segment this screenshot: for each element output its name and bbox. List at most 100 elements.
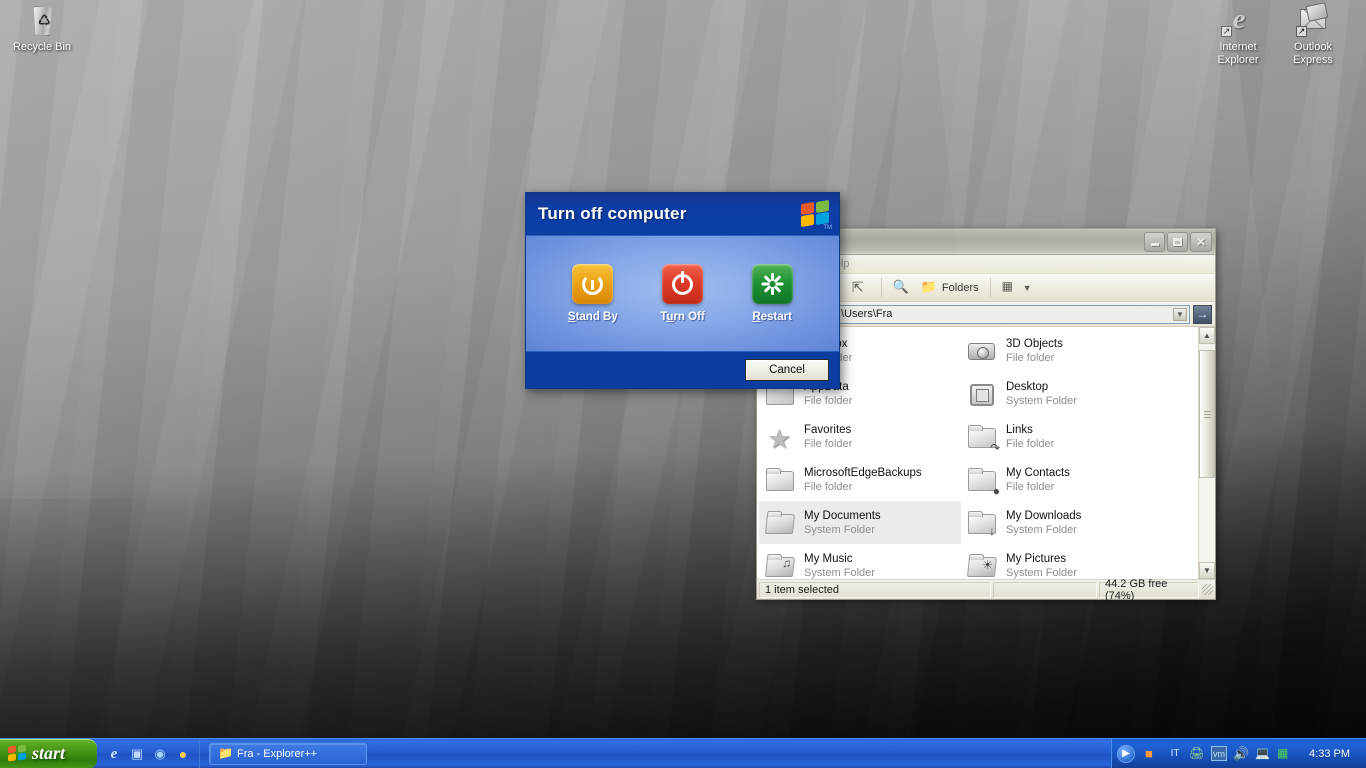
chevron-right-icon[interactable]: ▶ bbox=[1117, 745, 1135, 763]
desktop-icon-label-line2: Explorer bbox=[1200, 54, 1276, 67]
list-item[interactable]: ↓ My Downloads System Folder bbox=[961, 501, 1163, 544]
minimize-icon[interactable] bbox=[1144, 232, 1165, 252]
desktop-icon-recycle-bin[interactable]: ♺ Recycle Bin bbox=[4, 4, 80, 54]
resize-grip-icon[interactable] bbox=[1202, 584, 1213, 595]
item-name: Links bbox=[1006, 423, 1054, 437]
stand-by-button[interactable]: Stand By bbox=[554, 264, 632, 323]
start-label: start bbox=[32, 743, 65, 764]
taskbar-button-label: Fra - Explorer++ bbox=[237, 748, 317, 760]
taskbar[interactable]: start e ▣ ◉ ● 📁 Fra - Explorer++ ▶ ■ IT … bbox=[0, 738, 1366, 768]
outlook-express-icon: ↗ bbox=[1296, 4, 1330, 38]
desktop-icon-outlook-express[interactable]: ↗ Outlook Express bbox=[1275, 4, 1351, 67]
address-input[interactable]: :\Users\Fra ▼ bbox=[833, 305, 1190, 324]
turn-off-label: Turn Off bbox=[643, 311, 721, 323]
toolbar-up-button[interactable]: ⇱ bbox=[848, 277, 874, 298]
toolbar-folders-button[interactable]: 📁 Folders bbox=[917, 277, 983, 298]
dialog-title-bar: Turn off computer TM bbox=[526, 193, 839, 236]
list-item[interactable]: ☀ My Pictures System Folder bbox=[961, 544, 1163, 579]
address-value: :\Users\Fra bbox=[838, 308, 892, 320]
turn-off-button[interactable]: Turn Off bbox=[643, 264, 721, 323]
desktop-icon-label: Recycle Bin bbox=[4, 41, 80, 54]
restart-burst-icon bbox=[752, 264, 793, 304]
item-name: My Pictures bbox=[1006, 552, 1077, 566]
chrome-icon[interactable]: ● bbox=[175, 746, 191, 762]
dialog-title: Turn off computer bbox=[538, 204, 800, 224]
item-type: System Folder bbox=[1006, 566, 1077, 580]
desktop-icon-internet-explorer[interactable]: e ↗ Internet Explorer bbox=[1200, 4, 1276, 67]
safely-remove-hardware-icon[interactable]: ■ bbox=[1145, 746, 1161, 761]
printer-icon[interactable]: 🖨 bbox=[1189, 746, 1205, 761]
vertical-scrollbar[interactable]: ▲ ▼ bbox=[1198, 327, 1215, 579]
desktop-folder-icon bbox=[967, 379, 999, 409]
internet-explorer-icon: e ↗ bbox=[1221, 4, 1255, 38]
downloads-folder-icon: ↓ bbox=[967, 508, 999, 538]
up-folder-icon: ⇱ bbox=[852, 279, 870, 296]
chevron-down-icon[interactable]: ▼ bbox=[1173, 308, 1187, 321]
dialog-footer: Cancel bbox=[526, 351, 839, 388]
search-icon: 🔍 bbox=[893, 279, 911, 296]
cancel-button[interactable]: Cancel bbox=[745, 359, 829, 381]
music-folder-icon: ♫ bbox=[765, 551, 797, 580]
keyboard-layout-it-icon[interactable]: IT bbox=[1167, 746, 1183, 761]
views-grid-icon: ▦ bbox=[1002, 279, 1020, 296]
status-disk-free: 44.2 GB free (74%) bbox=[1099, 582, 1199, 598]
scroll-up-icon[interactable]: ▲ bbox=[1199, 327, 1215, 344]
window-controls: ✕ bbox=[1144, 232, 1212, 252]
taskbar-task-list[interactable]: 📁 Fra - Explorer++ bbox=[200, 743, 367, 765]
item-name: Desktop bbox=[1006, 380, 1077, 394]
scrollbar-grip-icon bbox=[1204, 411, 1211, 418]
camera-folder-icon bbox=[967, 336, 999, 366]
list-item[interactable]: Desktop System Folder bbox=[961, 372, 1163, 415]
start-button[interactable]: start bbox=[0, 739, 97, 768]
list-item[interactable]: ↷ Links File folder bbox=[961, 415, 1163, 458]
close-icon[interactable]: ✕ bbox=[1190, 232, 1212, 252]
scroll-down-icon[interactable]: ▼ bbox=[1199, 562, 1215, 579]
scrollbar-track[interactable] bbox=[1199, 344, 1215, 562]
item-type: System Folder bbox=[804, 566, 875, 580]
clock[interactable]: 4:33 PM bbox=[1299, 748, 1358, 760]
item-type: File folder bbox=[1006, 437, 1054, 451]
show-desktop-icon[interactable]: ▣ bbox=[129, 746, 145, 762]
item-name: My Downloads bbox=[1006, 509, 1081, 523]
maximize-icon[interactable] bbox=[1167, 232, 1188, 252]
item-name: My Music bbox=[804, 552, 875, 566]
toolbar-search-button[interactable]: 🔍 bbox=[889, 277, 915, 298]
folder-icon bbox=[765, 465, 797, 495]
item-type: File folder bbox=[804, 480, 922, 494]
media-player-icon[interactable]: ◉ bbox=[152, 746, 168, 762]
internet-explorer-icon[interactable]: e bbox=[106, 746, 122, 762]
system-tray[interactable]: ▶ ■ IT 🖨 vm 🔊 💻 ▦ 4:33 PM bbox=[1111, 739, 1366, 768]
toolbar-folders-label: Folders bbox=[942, 282, 979, 294]
list-item[interactable]: 3D Objects File folder bbox=[961, 329, 1163, 372]
network-disconnected-icon[interactable]: 💻 bbox=[1255, 746, 1271, 761]
item-type: System Folder bbox=[804, 523, 881, 537]
restart-button[interactable]: Restart bbox=[733, 264, 811, 323]
list-item[interactable]: My Documents System Folder bbox=[759, 501, 961, 544]
vm-tools-icon[interactable]: vm bbox=[1211, 746, 1227, 761]
pictures-folder-icon: ☀ bbox=[967, 551, 999, 580]
explorer-status-bar: 1 item selected 44.2 GB free (74%) bbox=[757, 579, 1215, 599]
list-item[interactable]: ● My Contacts File folder bbox=[961, 458, 1163, 501]
turn-off-computer-dialog[interactable]: Turn off computer TM Stand By Turn Off bbox=[525, 192, 840, 389]
toolbar-separator bbox=[881, 278, 882, 298]
go-button[interactable]: → bbox=[1193, 305, 1212, 324]
documents-folder-icon bbox=[765, 508, 797, 538]
item-name: 3D Objects bbox=[1006, 337, 1063, 351]
status-selection: 1 item selected bbox=[759, 582, 991, 598]
folder-window-icon: 📁 bbox=[218, 747, 232, 760]
display-adapter-icon[interactable]: ▦ bbox=[1277, 746, 1293, 761]
taskbar-button-explorer[interactable]: 📁 Fra - Explorer++ bbox=[209, 743, 367, 765]
list-item[interactable]: MicrosoftEdgeBackups File folder bbox=[759, 458, 961, 501]
volume-icon[interactable]: 🔊 bbox=[1233, 746, 1249, 761]
desktop[interactable]: ♺ Recycle Bin e ↗ Internet Explorer ↗ Ou… bbox=[0, 0, 1366, 768]
item-type: File folder bbox=[1006, 480, 1070, 494]
toolbar-views-button[interactable]: ▦ ▼ bbox=[998, 277, 1036, 298]
status-middle bbox=[993, 582, 1097, 598]
desktop-icon-label-line1: Internet bbox=[1200, 41, 1276, 54]
scrollbar-thumb[interactable] bbox=[1199, 350, 1215, 478]
quick-launch-bar[interactable]: e ▣ ◉ ● bbox=[97, 739, 200, 768]
item-type: File folder bbox=[804, 437, 852, 451]
list-item[interactable]: ★ Favorites File folder bbox=[759, 415, 961, 458]
list-item[interactable]: ♫ My Music System Folder bbox=[759, 544, 961, 579]
item-type: File folder bbox=[804, 394, 852, 408]
